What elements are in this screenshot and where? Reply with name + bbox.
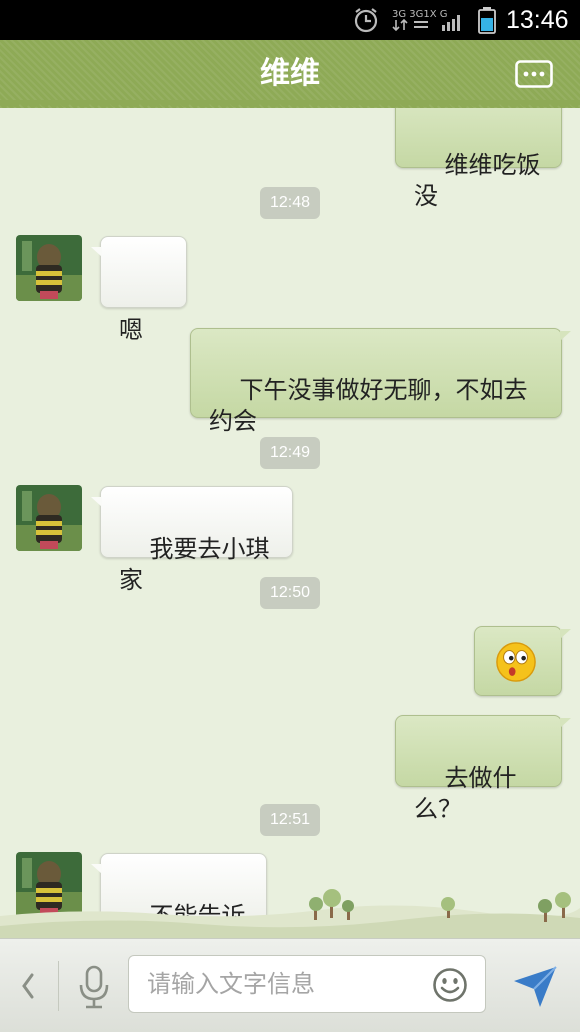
contact-avatar[interactable]: [16, 485, 82, 551]
network-signal-icon: 3G 3G1X G: [392, 9, 460, 32]
message-timestamp: 12:48: [260, 187, 320, 219]
status-bar: 3G 3G1X G 13:46: [0, 0, 580, 40]
sent-message-bubble[interactable]: 下午没事做好无聊，不如去 约会: [190, 328, 571, 435]
chat-message-list[interactable]: 维维吃饭没 12:48 嗯 下午没事做好无聊，不如去 约会 12:49 我要去小…: [0, 108, 580, 938]
scenery-decoration: [0, 889, 580, 938]
toolbar-divider: [58, 961, 59, 1011]
message-text: 维维吃饭没: [414, 151, 541, 210]
chevron-left-icon[interactable]: [16, 969, 40, 1003]
smiley-icon[interactable]: [432, 967, 468, 1003]
received-message-bubble[interactable]: 嗯: [91, 236, 187, 344]
status-time: 13:46: [506, 6, 569, 34]
alarm-clock-icon: [354, 8, 378, 33]
received-message-bubble[interactable]: 我要去小琪家: [91, 486, 293, 594]
sent-message-bubble[interactable]: 维维吃饭没: [395, 108, 562, 210]
sent-message-bubble[interactable]: 去做什么？: [395, 715, 571, 823]
message-timestamp: 12:51: [260, 804, 320, 836]
message-timestamp: 12:50: [260, 577, 320, 609]
surprised-face-emoji: [496, 642, 536, 682]
battery-icon: [478, 7, 496, 34]
sent-emoji-bubble[interactable]: [474, 626, 571, 696]
microphone-icon[interactable]: [74, 961, 114, 1011]
message-timestamp: 12:49: [260, 437, 320, 469]
message-text: 嗯: [119, 316, 143, 344]
page-title: 维维: [260, 56, 320, 91]
message-text: 去做什么？: [414, 764, 517, 823]
chat-header: 维维: [0, 40, 580, 108]
message-text: 下午没事做好无聊，不如去 约会: [209, 376, 528, 435]
chat-menu-icon[interactable]: [515, 60, 553, 88]
send-arrow-icon[interactable]: [510, 961, 560, 1011]
svg-text:3G 3G1X G: 3G 3G1X G: [392, 9, 448, 20]
message-text: 我要去小琪家: [119, 535, 270, 594]
contact-avatar[interactable]: [16, 235, 82, 301]
message-input-bar: [0, 938, 580, 1032]
